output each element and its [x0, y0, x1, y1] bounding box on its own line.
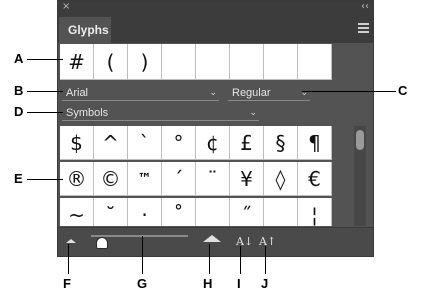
- glyph-category-value: Symbols: [66, 107, 109, 119]
- glyph-cell[interactable]: £: [230, 126, 264, 160]
- glyph-cell[interactable]: §: [264, 126, 298, 160]
- glyph-scrollbar[interactable]: [354, 126, 366, 226]
- glyph-cell[interactable]: `: [128, 126, 162, 160]
- callout-label: H: [203, 276, 213, 291]
- size-slider-track[interactable]: [91, 235, 188, 237]
- chevron-down-icon: ⌄: [249, 108, 257, 118]
- glyph-cell[interactable]: $: [60, 126, 94, 160]
- chevron-down-icon: ⌄: [300, 88, 308, 98]
- recent-glyph-cell[interactable]: [298, 44, 332, 80]
- recent-glyph-cell[interactable]: [264, 44, 298, 80]
- panel-title-bar: × ‹‹: [58, 1, 373, 14]
- tab-row: Glyphs: [58, 14, 373, 43]
- callout-line: [142, 236, 143, 274]
- callout-label: G: [137, 276, 148, 291]
- large-mountain-icon[interactable]: [203, 235, 221, 242]
- recent-glyph-cell[interactable]: #: [60, 44, 94, 80]
- recent-glyph-cell[interactable]: ): [128, 44, 162, 80]
- callout-label: D: [14, 104, 24, 119]
- tab-glyphs[interactable]: Glyphs: [59, 17, 111, 43]
- font-style-dropdown[interactable]: Regular ⌄: [228, 85, 310, 101]
- decrease-size-button[interactable]: A↓: [236, 235, 253, 248]
- scrollbar-thumb[interactable]: [356, 130, 364, 150]
- callout-line: [27, 112, 63, 113]
- glyph-cell[interactable]: ¶: [298, 126, 332, 160]
- recent-glyph-cell[interactable]: [196, 44, 230, 80]
- callout-label: B: [14, 83, 24, 98]
- glyph-cell[interactable]: ¦: [298, 198, 332, 226]
- collapse-icon[interactable]: ‹‹: [361, 1, 369, 13]
- glyph-cell[interactable]: ◊: [264, 162, 298, 196]
- glyph-category-dropdown[interactable]: Symbols ⌄: [62, 105, 259, 121]
- callout-label: C: [398, 83, 408, 98]
- close-icon[interactable]: ×: [62, 1, 70, 13]
- glyph-cell[interactable]: ¥: [230, 162, 264, 196]
- size-slider-handle[interactable]: [96, 237, 108, 249]
- recent-glyphs-row: # ( ): [60, 44, 332, 80]
- recent-glyph-cell[interactable]: (: [94, 44, 128, 80]
- callout-label: A: [14, 51, 24, 66]
- glyph-cell[interactable]: ®: [60, 162, 94, 196]
- glyph-cell[interactable]: ˘: [94, 198, 128, 226]
- glyph-row: ® © ™ ´ ¨ ¥ ◊ €: [60, 162, 332, 196]
- glyph-row: ~ ˘ · ˚ ˝ ¦: [60, 198, 332, 226]
- callout-line: [302, 91, 396, 92]
- glyph-cell[interactable]: ^: [94, 126, 128, 160]
- glyph-cell[interactable]: ™: [128, 162, 162, 196]
- glyph-cell[interactable]: ˝: [230, 198, 264, 226]
- callout-label: E: [14, 171, 23, 186]
- callout-label: I: [237, 276, 241, 291]
- callout-line: [209, 244, 210, 274]
- glyph-cell[interactable]: ¢: [196, 126, 230, 160]
- font-family-value: Arial: [66, 87, 89, 99]
- chevron-down-icon: ⌄: [209, 88, 217, 98]
- glyph-cell[interactable]: ´: [162, 162, 196, 196]
- font-style-value: Regular: [232, 87, 271, 99]
- callout-line: [27, 91, 63, 92]
- callout-line: [265, 246, 266, 274]
- glyph-cell[interactable]: °: [162, 126, 196, 160]
- panel-menu-icon[interactable]: [358, 23, 369, 33]
- callout-line: [68, 244, 69, 274]
- glyph-cell[interactable]: €: [298, 162, 332, 196]
- font-family-dropdown[interactable]: Arial ⌄: [62, 85, 219, 101]
- callout-line: [27, 59, 63, 60]
- glyph-cell[interactable]: ~: [60, 198, 94, 226]
- recent-glyph-cell[interactable]: [162, 44, 196, 80]
- small-mountain-icon[interactable]: [66, 239, 76, 243]
- increase-size-button[interactable]: A↑: [259, 235, 276, 248]
- recent-glyph-cell[interactable]: [230, 44, 264, 80]
- glyphs-panel: × ‹‹ Glyphs # ( ) Arial ⌄ Regular ⌄ Symb…: [57, 0, 374, 257]
- callout-line: [240, 246, 241, 274]
- glyph-cell[interactable]: [264, 198, 298, 226]
- callout-line: [27, 179, 63, 180]
- callout-label: J: [261, 276, 269, 291]
- glyph-cell[interactable]: ·: [128, 198, 162, 226]
- glyph-cell[interactable]: ¨: [196, 162, 230, 196]
- glyph-cell[interactable]: ©: [94, 162, 128, 196]
- glyph-cell[interactable]: [196, 198, 230, 226]
- glyph-row: $ ^ ` ° ¢ £ § ¶: [60, 126, 332, 160]
- glyph-grid: $ ^ ` ° ¢ £ § ¶ ® © ™ ´ ¨ ¥ ◊ € ~ ˘ · ˚ …: [60, 126, 351, 226]
- callout-label: F: [63, 276, 71, 291]
- glyph-cell[interactable]: ˚: [162, 198, 196, 226]
- glyph-size-bar: A↓ A↑: [58, 227, 373, 256]
